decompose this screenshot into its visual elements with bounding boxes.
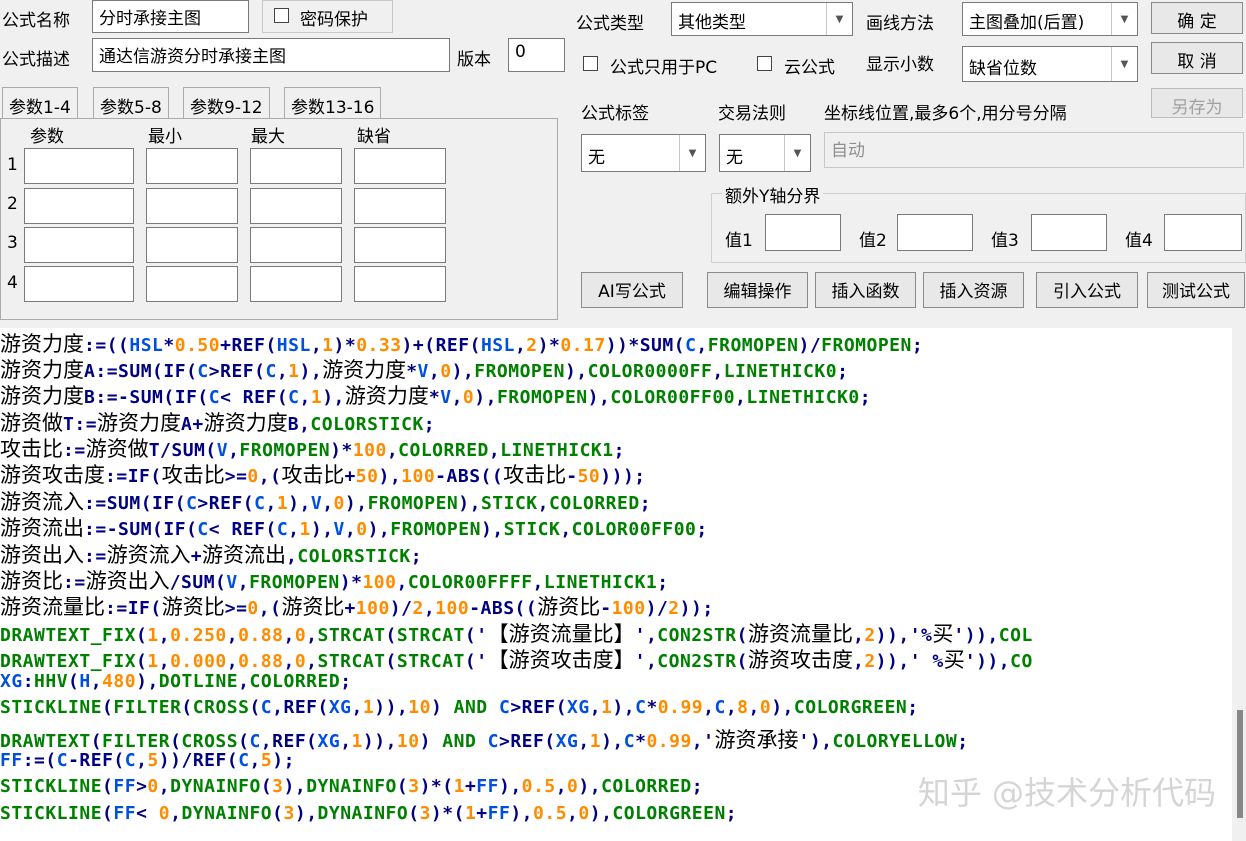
cancel-button[interactable]: 取 消: [1151, 42, 1243, 74]
formula-tag-select[interactable]: 无 ▼: [581, 134, 706, 172]
formula-name-input[interactable]: 分时承接主图: [92, 0, 249, 33]
tab-params-13-16[interactable]: 参数13-16: [284, 87, 382, 119]
param-1-name-input[interactable]: [24, 148, 134, 184]
pc-only-checkbox[interactable]: [583, 56, 598, 71]
param-header-default: 缺省: [357, 127, 391, 147]
axis-position-input[interactable]: 自动: [824, 132, 1244, 168]
y-value-2-input[interactable]: [897, 214, 973, 251]
y-value-1-input[interactable]: [765, 214, 841, 251]
code-scrollbar-thumb[interactable]: [1237, 710, 1243, 818]
formula-type-value: 其他类型: [678, 13, 746, 33]
pc-only-label[interactable]: 公式只用于PC: [610, 53, 717, 78]
password-field-frame: [262, 0, 393, 33]
param-1-min-input[interactable]: [146, 148, 238, 184]
y-value-2-label: 值2: [859, 231, 887, 251]
save-as-button[interactable]: 另存为: [1151, 88, 1243, 118]
param-4-default-input[interactable]: [354, 266, 446, 302]
insert-function-button[interactable]: 插入函数: [815, 272, 916, 308]
formula-tag-label: 公式标签: [581, 104, 649, 124]
trade-rule-label: 交易法则: [718, 104, 786, 124]
decimal-select[interactable]: 缺省位数 ▼: [962, 46, 1138, 82]
extra-y-axis-label: 额外Y轴分界: [722, 182, 824, 207]
test-formula-button[interactable]: 测试公式: [1147, 272, 1245, 308]
cloud-label[interactable]: 云公式: [784, 53, 835, 78]
code-line: STICKLINE(FF< 0,DYNAINFO(3),DYNAINFO(3)*…: [0, 803, 738, 824]
param-4-name-input[interactable]: [24, 266, 134, 302]
code-line: XG:HHV(H,480),DOTLINE,COLORRED;: [0, 671, 352, 692]
code-line: 游资流量比:=IF(游资比>=0,(游资比+100)/2,100-ABS((游资…: [0, 595, 714, 619]
tab-params-9-12[interactable]: 参数9-12: [183, 87, 270, 119]
code-line: FF:=(C-REF(C,5))/REF(C,5);: [0, 750, 295, 771]
y-value-4-label: 值4: [1125, 231, 1153, 251]
param-2-name-input[interactable]: [24, 188, 134, 224]
param-row-number: 1: [7, 155, 18, 175]
y-value-4-input[interactable]: [1164, 214, 1242, 251]
version-input[interactable]: 0: [508, 38, 565, 72]
chevron-down-icon[interactable]: ▼: [1111, 47, 1137, 81]
param-3-max-input[interactable]: [250, 227, 342, 263]
trade-rule-value: 无: [726, 148, 743, 168]
trade-rule-select[interactable]: 无 ▼: [719, 134, 811, 172]
param-3-name-input[interactable]: [24, 227, 134, 263]
insert-resource-button[interactable]: 插入资源: [923, 272, 1024, 308]
code-editor[interactable]: 游资力度:=((HSL*0.50+REF(HSL,1)*0.33)+(REF(H…: [0, 328, 1232, 841]
param-header-name: 参数: [30, 127, 64, 147]
param-2-max-input[interactable]: [250, 188, 342, 224]
tab-params-1-4[interactable]: 参数1-4: [2, 87, 78, 119]
param-row-number: 2: [7, 194, 18, 214]
param-1-default-input[interactable]: [354, 148, 446, 184]
y-value-3-label: 值3: [991, 231, 1019, 251]
param-row-number: 3: [7, 233, 18, 253]
chevron-down-icon[interactable]: ▼: [1111, 3, 1137, 35]
code-line: 游资力度B:=-SUM(IF(C< REF(C,1),游资力度*V,0),FRO…: [0, 384, 872, 408]
decimal-label: 显示小数: [866, 55, 934, 75]
param-header-max: 最大: [251, 127, 285, 147]
y-value-3-input[interactable]: [1031, 214, 1107, 251]
code-line: STICKLINE(FILTER(CROSS(C,REF(XG,1)),10) …: [0, 697, 919, 718]
param-4-max-input[interactable]: [250, 266, 342, 302]
param-3-min-input[interactable]: [146, 227, 238, 263]
cloud-checkbox[interactable]: [757, 56, 772, 71]
tab-params-5-8[interactable]: 参数5-8: [93, 87, 169, 119]
code-line: STICKLINE(FF>0,DYNAINFO(3),DYNAINFO(3)*(…: [0, 776, 704, 797]
decimal-value: 缺省位数: [969, 59, 1037, 79]
draw-method-label: 画线方法: [866, 14, 934, 34]
formula-tag-value: 无: [588, 148, 605, 168]
formula-name-label: 公式名称: [2, 11, 70, 31]
param-1-max-input[interactable]: [250, 148, 342, 184]
draw-method-value: 主图叠加(后置): [969, 13, 1085, 33]
chevron-down-icon[interactable]: ▼: [784, 135, 810, 171]
param-2-default-input[interactable]: [354, 188, 446, 224]
param-4-min-input[interactable]: [146, 266, 238, 302]
ai-write-button[interactable]: AI写公式: [581, 272, 683, 308]
import-formula-button[interactable]: 引入公式: [1036, 272, 1138, 308]
axis-position-label: 坐标线位置,最多6个,用分号分隔: [824, 104, 1067, 124]
formula-type-label: 公式类型: [576, 14, 644, 34]
ok-button[interactable]: 确 定: [1151, 2, 1243, 34]
chevron-down-icon[interactable]: ▼: [826, 3, 852, 35]
param-row-number: 4: [7, 273, 18, 293]
draw-method-select[interactable]: 主图叠加(后置) ▼: [962, 2, 1138, 36]
code-line: DRAWTEXT_FIX(1,0.000,0.88,0,STRCAT(STRCA…: [0, 648, 1033, 672]
param-3-default-input[interactable]: [354, 227, 446, 263]
param-2-min-input[interactable]: [146, 188, 238, 224]
y-value-1-label: 值1: [725, 231, 753, 251]
code-line: 游资攻击度:=IF(攻击比>=0,(攻击比+50),100-ABS((攻击比-5…: [0, 463, 646, 487]
formula-desc-label: 公式描述: [2, 50, 70, 70]
chevron-down-icon[interactable]: ▼: [679, 135, 705, 171]
version-label: 版本: [457, 50, 491, 70]
formula-type-select[interactable]: 其他类型 ▼: [671, 2, 853, 36]
watermark: 知乎 @技术分析代码: [917, 774, 1216, 812]
formula-desc-input[interactable]: 通达信游资分时承接主图: [92, 38, 450, 72]
code-line: 游资流出:=-SUM(IF(C< REF(C,1),V,0),FROMOPEN)…: [0, 516, 708, 540]
param-header-min: 最小: [148, 127, 182, 147]
edit-operation-button[interactable]: 编辑操作: [707, 272, 808, 308]
